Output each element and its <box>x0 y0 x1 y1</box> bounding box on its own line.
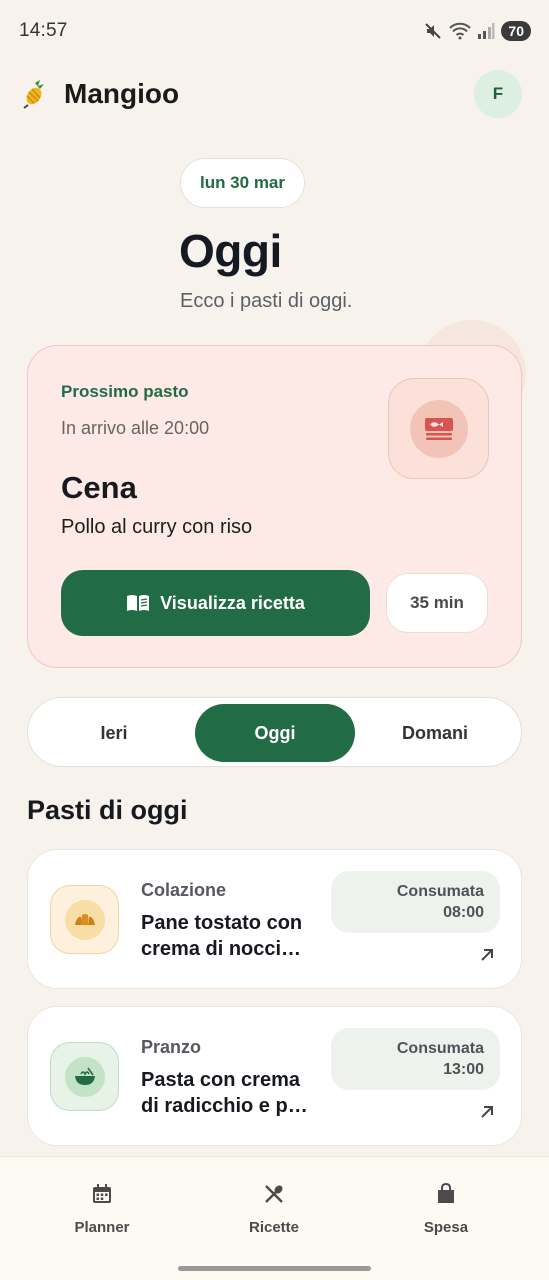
meal-name-line2: di radicchio e p… <box>141 1095 308 1117</box>
open-book-icon <box>127 595 150 611</box>
bottom-navigation: Planner Ricette Spesa <box>0 1156 549 1280</box>
status-time: 08:00 <box>443 904 484 921</box>
nav-planner-label: Planner <box>74 1219 130 1236</box>
home-indicator[interactable] <box>178 1266 371 1271</box>
avatar[interactable]: F <box>474 70 522 118</box>
status-badge: Consumata 08:00 <box>331 871 500 933</box>
croissant-icon <box>64 899 105 940</box>
meal-name: Pane tostato con crema di nocci… <box>141 910 326 962</box>
next-meal-label: Prossimo pasto <box>61 382 189 401</box>
date-chip[interactable]: lun 30 mar <box>180 158 305 208</box>
status-label: Consumata <box>396 883 484 900</box>
next-meal-type: Cena <box>61 470 137 505</box>
meal-type: Colazione <box>141 880 227 900</box>
shopping-bag-icon <box>438 1183 454 1203</box>
brand: Mangioo <box>21 78 179 110</box>
meal-card-pranzo[interactable]: Pranzo Pasta con crema di radicchio e p…… <box>27 1006 522 1146</box>
meal-type: Pranzo <box>141 1037 202 1057</box>
meal-icon-box <box>50 1042 119 1111</box>
next-meal-card[interactable]: Prossimo pasto In arrivo alle 20:00 Cena… <box>27 345 522 668</box>
duration-chip: 35 min <box>386 573 488 633</box>
view-recipe-label: Visualizza ricetta <box>160 592 305 613</box>
tab-domani[interactable]: Domani <box>355 704 515 762</box>
battery-indicator: 70 <box>501 21 531 41</box>
meal-name: Pasta con crema di radicchio e p… <box>141 1067 326 1119</box>
meal-name-line1: Pane tostato con <box>141 912 303 934</box>
nav-ricette[interactable]: Ricette <box>214 1183 334 1236</box>
page-subtitle: Ecco i pasti di oggi. <box>180 290 353 312</box>
next-meal-icon-box <box>388 378 489 479</box>
app-title: Mangioo <box>64 78 180 109</box>
pineapple-logo-icon <box>23 80 44 109</box>
next-meal-time: In arrivo alle 20:00 <box>61 418 210 438</box>
meal-name-line2: crema di nocci… <box>141 938 302 960</box>
status-time: 13:00 <box>443 1061 484 1078</box>
mute-icon <box>425 23 442 39</box>
section-title: Pasti di oggi <box>27 795 188 825</box>
page-title: Oggi <box>179 225 282 277</box>
meal-name-line1: Pasta con crema <box>141 1069 300 1091</box>
status-label: Consumata <box>396 1040 484 1057</box>
status-bar: 14:57 70 <box>0 0 549 62</box>
nav-planner[interactable]: Planner <box>42 1183 162 1236</box>
arrow-up-right-icon[interactable] <box>478 946 496 964</box>
view-recipe-button[interactable]: Visualizza ricetta <box>61 570 370 636</box>
status-badge: Consumata 13:00 <box>331 1028 500 1090</box>
calendar-icon <box>93 1184 111 1203</box>
status-time: 14:57 <box>19 20 68 41</box>
utensils-icon <box>265 1185 283 1203</box>
signal-icon <box>478 23 495 39</box>
meal-icon-box <box>50 885 119 954</box>
day-selector: Ieri Oggi Domani <box>27 697 522 767</box>
arrow-up-right-icon[interactable] <box>478 1103 496 1121</box>
dinner-plate-icon <box>409 399 468 458</box>
nav-spesa[interactable]: Spesa <box>386 1183 506 1236</box>
nav-ricette-label: Ricette <box>248 1219 300 1236</box>
wifi-icon <box>449 22 472 40</box>
nav-spesa-label: Spesa <box>423 1219 469 1236</box>
tab-ieri[interactable]: Ieri <box>34 704 194 762</box>
meal-card-colazione[interactable]: Colazione Pane tostato con crema di nocc… <box>27 849 522 989</box>
tab-oggi[interactable]: Oggi <box>195 704 355 762</box>
status-icons: 70 <box>423 21 531 41</box>
bowl-icon <box>64 1056 105 1097</box>
next-meal-dish: Pollo al curry con riso <box>61 516 253 538</box>
app-bar: Mangioo F <box>0 68 549 120</box>
